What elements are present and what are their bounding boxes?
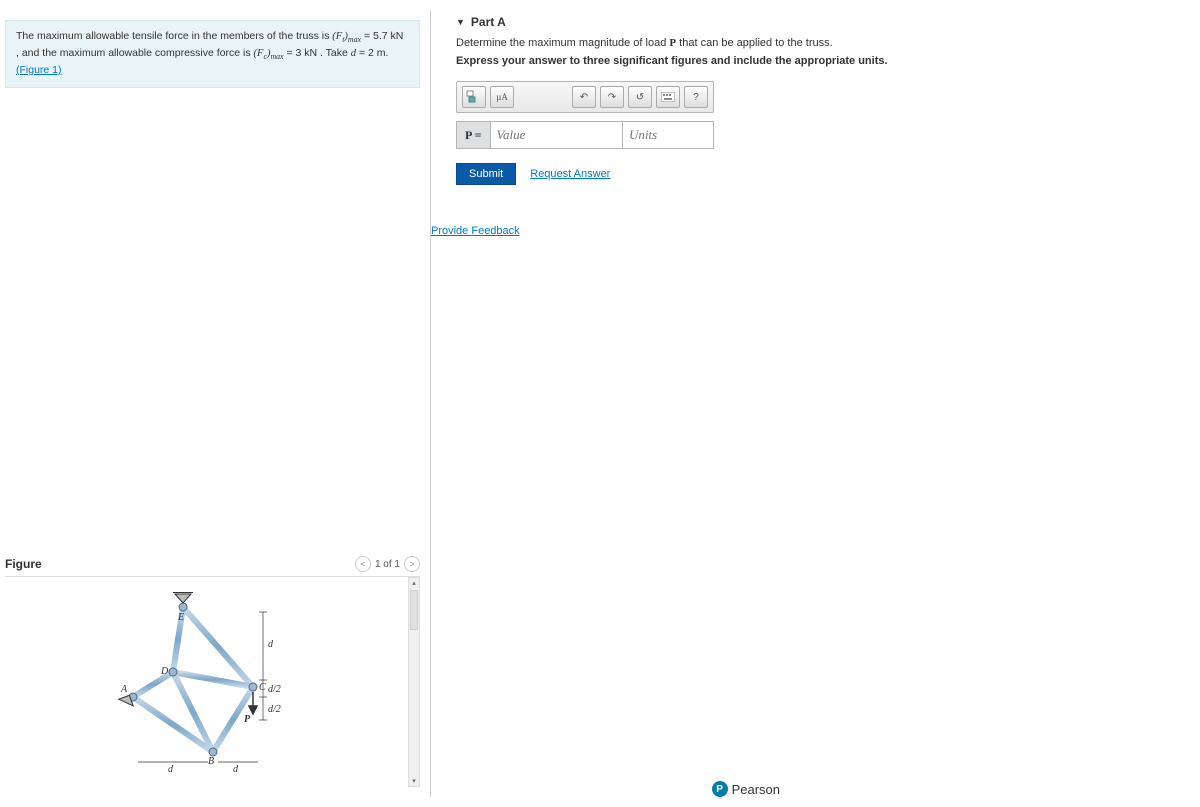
answer-variable-label: P = [457, 122, 491, 148]
units-input[interactable] [623, 122, 713, 148]
dim-d-bottom1: d [168, 764, 174, 772]
keyboard-button[interactable] [656, 86, 680, 108]
d-value: = 2 m. [359, 47, 388, 59]
value-input[interactable] [491, 122, 623, 148]
submit-button[interactable]: Submit [456, 163, 516, 185]
figure-page-indicator: 1 of 1 [375, 559, 400, 570]
units-button[interactable]: µA [490, 86, 514, 108]
problem-text: The maximum allowable tensile force in t… [16, 30, 332, 42]
label-B: B [208, 756, 214, 767]
footer-text: Pearson [732, 782, 780, 797]
reset-button[interactable]: ↺ [628, 86, 652, 108]
part-instruction: Determine the maximum magnitude of load … [456, 37, 1170, 49]
label-E: E [177, 612, 184, 623]
part-a-header[interactable]: ▼ Part A [456, 15, 1170, 37]
dim-d2: d/2 [268, 684, 281, 695]
answer-toolbar: µA ↶ ↷ ↺ ? [456, 81, 714, 113]
provide-feedback-link[interactable]: Provide Feedback [431, 225, 520, 237]
label-P: P [244, 714, 251, 725]
fc-value: = 3 kN [286, 47, 317, 59]
templates-button[interactable] [462, 86, 486, 108]
answer-input-row: P = [456, 121, 714, 149]
problem-text: . Take [320, 47, 351, 59]
label-D: D [160, 666, 169, 677]
d-var: d [351, 48, 356, 59]
dim-d: d [268, 639, 274, 650]
figure-scrollbar[interactable]: ▴ ▾ [408, 577, 420, 787]
footer-brand: P Pearson [712, 781, 780, 797]
dim-d2b: d/2 [268, 704, 281, 715]
caret-down-icon: ▼ [456, 17, 465, 27]
figure-next-button[interactable]: > [404, 556, 420, 572]
part-title: Part A [471, 15, 506, 29]
part-format-hint: Express your answer to three significant… [456, 55, 1170, 67]
label-C: C [259, 682, 266, 693]
pearson-logo-icon: P [712, 781, 728, 797]
ft-value: = 5.7 kN [364, 30, 403, 42]
figure-title: Figure [5, 557, 42, 571]
undo-button[interactable]: ↶ [572, 86, 596, 108]
figure-panel: Figure < 1 of 1 > [5, 552, 420, 787]
figure-pager: < 1 of 1 > [355, 556, 420, 572]
figure-link[interactable]: (Figure 1) [16, 64, 62, 76]
help-button[interactable]: ? [684, 86, 708, 108]
redo-button[interactable]: ↷ [600, 86, 624, 108]
figure-prev-button[interactable]: < [355, 556, 371, 572]
dim-d-bottom2: d [233, 764, 239, 772]
fc-var: (Fc)max [254, 48, 284, 59]
problem-text: , and the maximum allowable compressive … [16, 47, 254, 59]
truss-figure: E D A B C P d d/2 d/2 d d [103, 592, 323, 772]
label-A: A [120, 684, 128, 695]
problem-statement: The maximum allowable tensile force in t… [5, 20, 420, 88]
request-answer-link[interactable]: Request Answer [530, 168, 610, 180]
ft-var: (Ft)max [332, 31, 361, 42]
